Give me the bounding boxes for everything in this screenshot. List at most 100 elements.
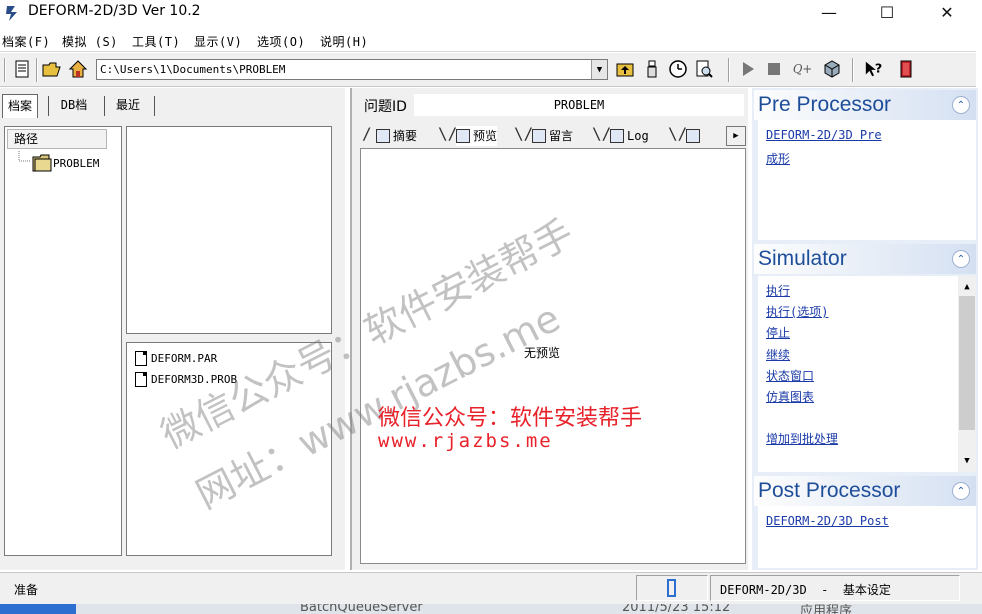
link-deform-pre[interactable]: DEFORM-2D/3D Pre <box>766 128 882 142</box>
home-icon[interactable] <box>68 59 88 79</box>
section-title: Post Processor <box>758 479 901 502</box>
status-mode: DEFORM-2D/3D - 基本设定 <box>720 583 891 597</box>
toolbar-separator <box>852 58 854 82</box>
link-run-options[interactable]: 执行(选项) <box>766 303 828 320</box>
menu-view[interactable]: 显示(V) <box>194 33 242 50</box>
svg-text:Q+: Q+ <box>793 62 812 76</box>
post-processor-header[interactable]: Post Processor ⌃ <box>754 476 976 506</box>
link-add-to-batch[interactable]: 增加到批处理 <box>766 430 838 447</box>
file-browser-panel: 档案 DB档 最近 路径 PROBLEM DEFORM.PAR DEFORM3D… <box>0 88 345 570</box>
toolbar-separator <box>728 58 730 82</box>
chevron-up-icon[interactable]: ⌃ <box>952 96 970 114</box>
run-icon[interactable] <box>738 59 758 79</box>
tab-divider <box>154 96 156 116</box>
chevron-up-icon[interactable]: ⌃ <box>952 250 970 268</box>
link-run[interactable]: 执行 <box>766 282 790 299</box>
link-stop[interactable]: 停止 <box>766 324 790 341</box>
menu-options[interactable]: 选项(O) <box>257 33 305 50</box>
open-folder-icon[interactable] <box>42 59 62 79</box>
messages-icon <box>532 129 546 143</box>
exit-door-icon[interactable] <box>896 59 916 79</box>
context-help-icon[interactable]: ? <box>864 59 884 79</box>
stop-icon[interactable] <box>764 59 784 79</box>
list-item[interactable]: DEFORM.PAR <box>135 351 217 366</box>
no-preview-text: 无预览 <box>524 346 561 360</box>
link-deform-post[interactable]: DEFORM-2D/3D Post <box>766 514 889 528</box>
tab-recent[interactable]: 最近 <box>108 94 148 118</box>
tab-edge: \/ <box>438 124 458 143</box>
task-panel: Pre Processor ⌃ DEFORM-2D/3D Pre 成形 Simu… <box>752 88 978 570</box>
status-cell-indicator <box>636 575 708 601</box>
scroll-up-icon[interactable]: ▲ <box>958 278 976 296</box>
tab-preview[interactable]: 预览 <box>456 126 498 146</box>
svg-text:?: ? <box>875 61 882 76</box>
tab-label: 留言 <box>549 129 574 143</box>
tree-item-problem[interactable]: PROBLEM <box>53 157 99 170</box>
tab-divider <box>48 96 50 116</box>
document-icon <box>135 351 147 366</box>
section-title: Pre Processor <box>758 93 892 116</box>
file-name: DEFORM3D.PROB <box>151 373 238 386</box>
link-status-window[interactable]: 状态窗口 <box>766 367 814 384</box>
scroll-thumb[interactable] <box>959 296 975 430</box>
tab-edge: \/ <box>668 124 688 143</box>
taskbar-strip: BatchQueueServer 2011/5/23 15:12 应用程序 <box>0 604 982 614</box>
taskbar-item[interactable]: BatchQueueServer <box>300 604 423 614</box>
title-bar: DEFORM-2D/3D Ver 10.2 — ☐ ✕ <box>0 0 982 26</box>
tab-messages[interactable]: 留言 <box>532 126 573 146</box>
file-list[interactable]: DEFORM.PAR DEFORM3D.PROB <box>126 342 332 556</box>
menu-simulate[interactable]: 模拟 (S) <box>62 33 118 50</box>
toolbar: C:\Users\1\Documents\PROBLEM ▼ Q+ ? <box>0 53 976 87</box>
path-dropdown-icon[interactable]: ▼ <box>591 60 607 79</box>
directory-tree[interactable]: 路径 PROBLEM <box>4 126 122 556</box>
path-input[interactable]: C:\Users\1\Documents\PROBLEM <box>96 59 608 80</box>
folder-up-icon[interactable] <box>615 59 635 79</box>
log-icon <box>610 129 624 143</box>
chevron-up-icon[interactable]: ⌃ <box>952 482 970 500</box>
queue-add-icon[interactable]: Q+ <box>792 59 812 79</box>
list-item[interactable]: DEFORM3D.PROB <box>135 372 237 387</box>
cube-icon[interactable] <box>822 59 842 79</box>
link-forming[interactable]: 成形 <box>766 150 790 167</box>
menu-bar: 档案(F) 模拟 (S) 工具(T) 显示(V) 选项(O) 说明(H) <box>0 28 976 52</box>
folder-icon <box>32 154 52 172</box>
link-continue[interactable]: 继续 <box>766 346 790 363</box>
tab-divider <box>104 96 106 116</box>
tab-more[interactable] <box>686 126 703 146</box>
menu-tools[interactable]: 工具(T) <box>132 33 180 50</box>
tab-log[interactable]: Log <box>610 126 649 146</box>
menu-file[interactable]: 档案(F) <box>2 33 50 50</box>
tree-header: 路径 <box>7 129 107 149</box>
section-title: Simulator <box>758 247 847 270</box>
tab-summary[interactable]: 摘要 <box>376 126 417 146</box>
new-document-icon[interactable] <box>12 59 32 79</box>
toolbar-grip <box>4 58 6 82</box>
close-button[interactable]: ✕ <box>924 0 970 24</box>
notes-icon <box>686 129 700 143</box>
pre-processor-header[interactable]: Pre Processor ⌃ <box>754 90 976 120</box>
tab-scroll-right-icon[interactable]: ▶ <box>726 126 746 146</box>
minimize-button[interactable]: — <box>806 0 852 24</box>
taskbar-type: 应用程序 <box>800 604 853 614</box>
maximize-button[interactable]: ☐ <box>864 0 910 24</box>
tool-icon[interactable] <box>642 59 662 79</box>
tab-files[interactable]: 档案 <box>2 94 38 118</box>
scroll-down-icon[interactable]: ▼ <box>958 452 976 470</box>
toolbar-separator <box>36 58 38 82</box>
tab-db[interactable]: DB档 <box>52 94 96 118</box>
problem-panel: 问题ID PROBLEM / 摘要 \/ 预览 \/ 留言 \/ Log \/ … <box>350 88 748 570</box>
file-name: DEFORM.PAR <box>151 352 218 365</box>
tab-edge: / <box>362 124 372 143</box>
simulator-header[interactable]: Simulator ⌃ <box>754 244 976 274</box>
search-doc-icon[interactable] <box>694 59 714 79</box>
status-bar: 准备 DEFORM-2D/3D - 基本设定 <box>0 572 982 604</box>
deform-app-icon <box>6 6 17 21</box>
menu-help[interactable]: 说明(H) <box>320 33 368 50</box>
taskbar-start[interactable] <box>0 604 76 614</box>
folder-preview-pane <box>126 126 332 334</box>
link-sim-graph[interactable]: 仿真图表 <box>766 388 814 405</box>
clock-icon[interactable] <box>668 59 688 79</box>
tab-label: 预览 <box>473 129 498 143</box>
simulator-body: 执行 执行(选项) 停止 继续 状态窗口 仿真图表 增加到批处理 ▲ ▼ <box>758 276 976 472</box>
simulator-scrollbar[interactable]: ▲ ▼ <box>958 276 976 472</box>
